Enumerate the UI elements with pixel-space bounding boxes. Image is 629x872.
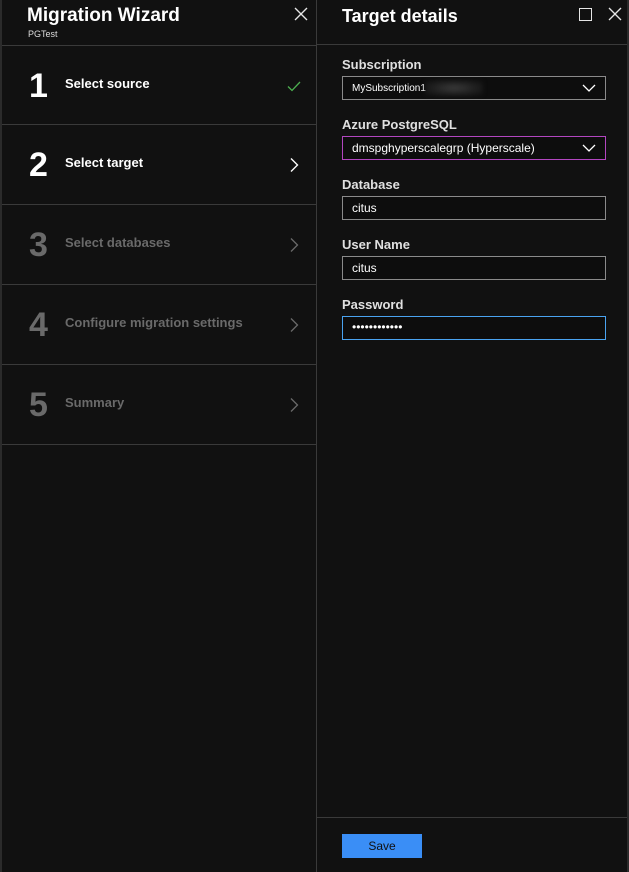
step-number: 3 xyxy=(29,226,48,264)
wizard-title: Migration Wizard xyxy=(27,5,180,26)
username-value: citus xyxy=(352,261,377,275)
step-number: 2 xyxy=(29,146,48,184)
username-field[interactable]: citus xyxy=(342,256,606,280)
close-icon[interactable] xyxy=(608,7,622,21)
wizard-steps: 1 Select source 2 Select target 3 Select… xyxy=(2,45,317,445)
chevron-down-icon xyxy=(582,144,596,152)
chevron-down-icon xyxy=(582,84,596,92)
database-field[interactable]: citus xyxy=(342,196,606,220)
chevron-right-icon xyxy=(290,238,299,252)
subscription-label: Subscription xyxy=(342,57,422,72)
step-select-target[interactable]: 2 Select target xyxy=(2,125,317,205)
redacted-region xyxy=(425,80,483,96)
password-value: •••••••••••• xyxy=(352,320,403,334)
wizard-header: Migration Wizard PGTest xyxy=(2,0,316,45)
maximize-icon[interactable] xyxy=(579,8,592,21)
step-number: 4 xyxy=(29,306,48,344)
step-number: 5 xyxy=(29,386,48,424)
azure-postgresql-select[interactable]: dmspghyperscalegrp (Hyperscale) xyxy=(342,136,606,160)
step-select-databases[interactable]: 3 Select databases xyxy=(2,205,317,285)
step-label: Summary xyxy=(65,395,125,410)
subscription-select[interactable]: MySubscription1 xyxy=(342,76,606,100)
migration-wizard-blade: Migration Wizard PGTest 1 Select source … xyxy=(0,0,317,872)
username-label: User Name xyxy=(342,237,410,252)
password-label: Password xyxy=(342,297,404,312)
footer-divider xyxy=(317,817,627,818)
save-button[interactable]: Save xyxy=(342,834,422,858)
step-summary[interactable]: 5 Summary xyxy=(2,365,317,445)
checkmark-icon xyxy=(287,81,301,92)
header-divider xyxy=(317,44,627,45)
azure-postgresql-value: dmspghyperscalegrp (Hyperscale) xyxy=(352,141,535,155)
database-value: citus xyxy=(352,201,377,215)
close-icon[interactable] xyxy=(294,7,308,21)
step-label: Select databases xyxy=(65,235,171,250)
step-label: Select source xyxy=(65,76,150,91)
azure-postgresql-label: Azure PostgreSQL xyxy=(342,117,457,132)
chevron-right-icon xyxy=(290,158,299,172)
database-label: Database xyxy=(342,177,400,192)
step-number: 1 xyxy=(29,67,48,105)
subscription-value: MySubscription1 xyxy=(352,83,426,94)
password-field[interactable]: •••••••••••• xyxy=(342,316,606,340)
target-details-blade: Target details Subscription MySubscripti… xyxy=(317,0,629,872)
page-title: Target details xyxy=(342,6,458,26)
step-label: Configure migration settings xyxy=(65,315,243,330)
step-label: Select target xyxy=(65,155,144,170)
wizard-subtitle: PGTest xyxy=(28,29,58,39)
step-select-source[interactable]: 1 Select source xyxy=(2,45,317,125)
chevron-right-icon xyxy=(290,398,299,412)
chevron-right-icon xyxy=(290,318,299,332)
step-configure-migration-settings[interactable]: 4 Configure migration settings xyxy=(2,285,317,365)
